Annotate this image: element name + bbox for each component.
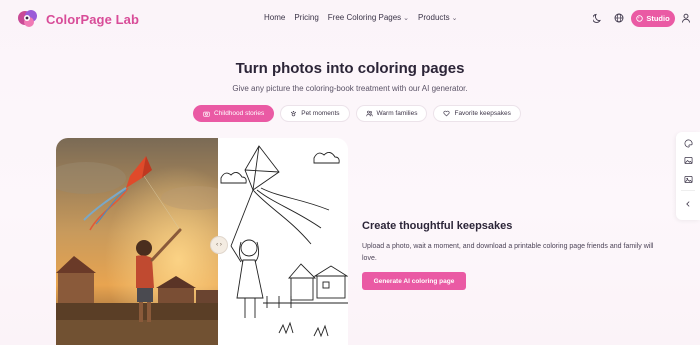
side-dock <box>676 132 700 220</box>
category-tabs: Childhood stories Pet moments Warm famil… <box>193 105 521 122</box>
tab-childhood-stories[interactable]: Childhood stories <box>193 105 275 122</box>
studio-label: Studio <box>646 14 670 23</box>
brand-logo[interactable]: ColorPage Lab <box>16 8 139 30</box>
nav-label: Home <box>264 13 286 22</box>
studio-button[interactable]: Studio <box>631 10 675 27</box>
family-icon <box>365 110 373 117</box>
image-icon[interactable] <box>683 155 693 165</box>
tab-label: Childhood stories <box>214 110 265 117</box>
page-subtitle: Give any picture the coloring-book treat… <box>232 84 468 93</box>
tab-label: Warm families <box>376 110 418 117</box>
logo-icon <box>18 10 37 27</box>
heart-icon <box>443 110 450 117</box>
nav-item-free-coloring-pages[interactable]: Free Coloring Pages ⌄ <box>328 13 409 22</box>
user-icon[interactable] <box>680 12 692 24</box>
photo-preview-image <box>56 138 219 345</box>
feature-description: Upload a photo, wait a moment, and downl… <box>362 243 654 262</box>
brand-name: ColorPage Lab <box>46 11 140 27</box>
page-title: Turn photos into coloring pages <box>235 60 465 77</box>
main-nav: Home Pricing Free Coloring Pages ⌄ Produ… <box>264 13 458 22</box>
moon-icon[interactable] <box>592 12 604 24</box>
tab-label: Favorite keepsakes <box>454 110 511 117</box>
chevron-down-icon: ⌄ <box>403 14 410 22</box>
before-after-compare[interactable]: ‹ › <box>56 138 348 345</box>
dock-separator <box>681 190 695 191</box>
chevron-down-icon: ⌄ <box>451 14 458 22</box>
compare-slider-handle[interactable]: ‹ › <box>210 236 228 254</box>
nav-label: Pricing <box>294 13 319 22</box>
tab-pet-moments[interactable]: Pet moments <box>280 105 350 122</box>
tab-warm-families[interactable]: Warm families <box>355 105 428 122</box>
paw-icon <box>291 110 297 117</box>
nav-label: Free Coloring Pages <box>327 13 402 22</box>
camera-icon <box>203 111 210 117</box>
nav-item-home[interactable]: Home <box>264 13 285 22</box>
tab-label: Pet moments <box>301 110 340 117</box>
image-icon[interactable] <box>683 174 693 184</box>
nav-label: Products <box>418 13 450 22</box>
palette-icon[interactable] <box>683 138 693 148</box>
globe-icon[interactable] <box>613 12 625 24</box>
coloring-page-preview-image <box>219 138 348 345</box>
feature-title: Create thoughtful keepsakes <box>362 220 513 232</box>
site-header: ColorPage Lab Home Pricing Free Coloring… <box>0 0 700 38</box>
handle-arrows-icon: ‹ › <box>216 242 222 248</box>
chevron-left-icon[interactable] <box>683 199 693 209</box>
generate-coloring-page-button[interactable]: Generate AI coloring page <box>362 272 466 290</box>
nav-item-pricing[interactable]: Pricing <box>294 13 318 22</box>
tab-favorite-keepsakes[interactable]: Favorite keepsakes <box>433 105 521 122</box>
nav-item-products[interactable]: Products ⌄ <box>418 13 457 22</box>
palette-icon <box>636 15 644 22</box>
